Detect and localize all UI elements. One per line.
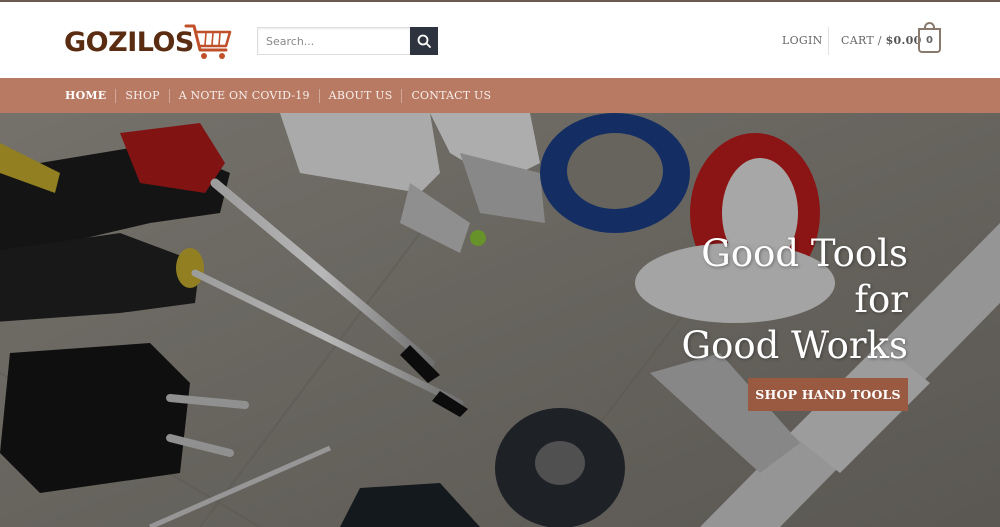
cart-label: CART / [841, 34, 882, 47]
cart-link[interactable]: CART / $0.00 [841, 34, 922, 47]
nav-item-home[interactable]: HOME [56, 89, 115, 102]
nav-item-covid-note[interactable]: A NOTE ON COVID-19 [170, 89, 319, 102]
hero-headline: Good Tools for Good Works [682, 231, 908, 369]
header-divider [828, 27, 829, 55]
shopping-cart-logo-icon [184, 24, 232, 59]
site-header: GOZILOS LOGIN CART / $0.00 0 [0, 2, 1000, 77]
login-link[interactable]: LOGIN [782, 34, 823, 47]
main-nav: HOME SHOP A NOTE ON COVID-19 ABOUT US CO… [0, 78, 1000, 113]
nav-item-contact-us[interactable]: CONTACT US [402, 89, 500, 102]
logo-text: GOZILOS [64, 26, 194, 58]
hero-headline-line: Good Tools [701, 232, 908, 275]
hero-headline-line: for [854, 278, 908, 321]
search-input[interactable] [257, 27, 410, 55]
site-logo[interactable]: GOZILOS [64, 14, 236, 70]
hero-headline-line: Good Works [681, 324, 908, 367]
nav-item-shop[interactable]: SHOP [116, 89, 168, 102]
search-button[interactable] [410, 27, 438, 55]
shop-hand-tools-button[interactable]: SHOP HAND TOOLS [748, 378, 908, 411]
cart-count-badge[interactable]: 0 [918, 28, 941, 53]
nav-item-about-us[interactable]: ABOUT US [320, 89, 402, 102]
hero-banner: Good Tools for Good Works SHOP HAND TOOL… [0, 113, 1000, 527]
search-form [257, 27, 438, 55]
cart-amount: $0.00 [885, 34, 922, 47]
search-icon [417, 34, 431, 48]
